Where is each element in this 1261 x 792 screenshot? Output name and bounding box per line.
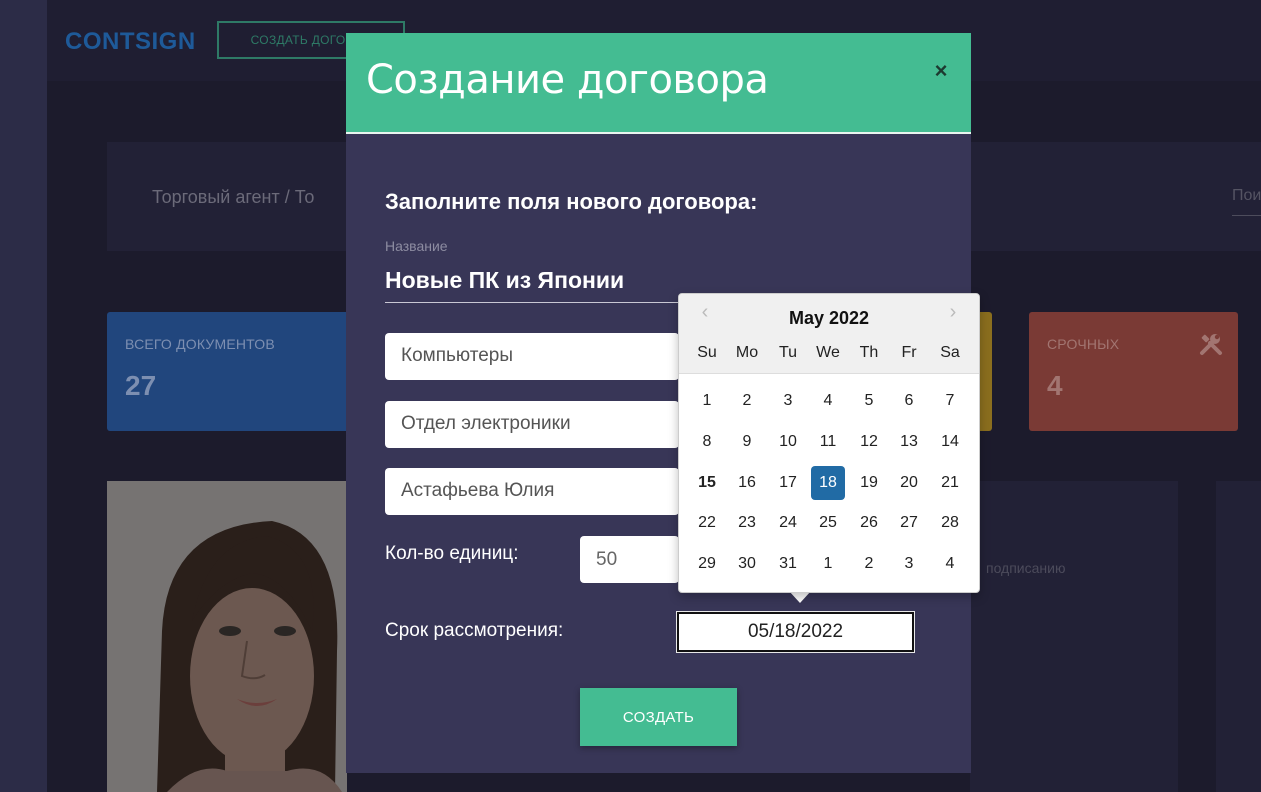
datepicker-day[interactable]: 22: [690, 506, 724, 540]
datepicker-month: May 2022: [788, 308, 870, 328]
weekday-header: Sa: [940, 344, 960, 361]
datepicker-day[interactable]: 29: [690, 547, 724, 581]
quantity-label: Кол-во единиц:: [385, 543, 519, 564]
tools-icon: [1200, 334, 1222, 355]
datepicker-day[interactable]: 20: [892, 466, 926, 500]
datepicker-day[interactable]: 4: [933, 547, 967, 581]
stat-card-urgent[interactable]: СРОЧНЫХ 4: [1029, 312, 1238, 431]
weekday-header: Th: [859, 344, 879, 361]
left-sidebar: [0, 0, 47, 792]
portrait-image: [107, 481, 347, 792]
responsible-select[interactable]: Астафьева Юлия: [385, 468, 679, 515]
datepicker-day[interactable]: 11: [811, 425, 845, 459]
department-select[interactable]: Отдел электроники: [385, 401, 679, 448]
form-heading: Заполните поля нового договора:: [385, 189, 758, 214]
datepicker-day[interactable]: 3: [892, 547, 926, 581]
profile-photo: [107, 481, 347, 792]
datepicker-day[interactable]: 23: [730, 506, 764, 540]
weekday-header: Tu: [778, 344, 798, 361]
signing-label: подписанию: [986, 560, 1066, 576]
weekday-header: We: [816, 344, 840, 361]
datepicker-day[interactable]: 4: [811, 384, 845, 418]
stat-label: ВСЕГО ДОКУМЕНТОВ: [125, 336, 275, 352]
breadcrumb: Торговый агент / То: [152, 187, 315, 207]
datepicker-day[interactable]: 1: [811, 547, 845, 581]
info-panel: [970, 481, 1178, 792]
stat-card-total[interactable]: ВСЕГО ДОКУМЕНТОВ 27: [107, 312, 367, 431]
stat-label: СРОЧНЫХ: [1047, 336, 1120, 352]
datepicker-day[interactable]: 1: [690, 384, 724, 418]
datepicker-day[interactable]: 2: [730, 384, 764, 418]
quantity-input[interactable]: [580, 536, 679, 583]
weekday-header: Mo: [735, 344, 759, 361]
datepicker-day[interactable]: 24: [771, 506, 805, 540]
datepicker-day[interactable]: 15: [690, 466, 724, 500]
datepicker-day[interactable]: 2: [852, 547, 886, 581]
datepicker-day[interactable]: 7: [933, 384, 967, 418]
modal-header: Создание договора ×: [346, 33, 971, 134]
weekday-header: Fr: [901, 344, 917, 361]
datepicker-day[interactable]: 21: [933, 466, 967, 500]
datepicker-day[interactable]: 27: [892, 506, 926, 540]
datepicker-day[interactable]: 13: [892, 425, 926, 459]
datepicker-day[interactable]: 12: [852, 425, 886, 459]
submit-button[interactable]: СОЗДАТЬ: [580, 688, 737, 746]
modal-title: Создание договора: [366, 57, 769, 103]
datepicker-day-selected[interactable]: 18: [811, 466, 845, 500]
datepicker: ‹ May 2022 › Su Mo Tu We Th Fr Sa 1 2 3 4 5 6 7 8 9 10 1…: [678, 293, 980, 593]
datepicker-day[interactable]: 3: [771, 384, 805, 418]
datepicker-day[interactable]: 6: [892, 384, 926, 418]
contract-name-input[interactable]: [385, 259, 679, 303]
datepicker-day[interactable]: 17: [771, 466, 805, 500]
datepicker-day[interactable]: 19: [852, 466, 886, 500]
datepicker-day[interactable]: 25: [811, 506, 845, 540]
datepicker-header: ‹ May 2022 › Su Mo Tu We Th Fr Sa: [679, 294, 979, 374]
deadline-date-input[interactable]: [676, 611, 915, 653]
datepicker-day[interactable]: 28: [933, 506, 967, 540]
close-icon[interactable]: ×: [929, 59, 953, 83]
datepicker-day[interactable]: 5: [852, 384, 886, 418]
deadline-label: Срок рассмотрения:: [385, 620, 564, 641]
datepicker-day[interactable]: 10: [771, 425, 805, 459]
datepicker-day[interactable]: 14: [933, 425, 967, 459]
search-input[interactable]: Пои: [1232, 184, 1261, 216]
stat-value: 4: [1047, 370, 1063, 401]
datepicker-day[interactable]: 30: [730, 547, 764, 581]
datepicker-day[interactable]: 9: [730, 425, 764, 459]
stat-value: 27: [125, 370, 157, 401]
next-month-icon[interactable]: ›: [943, 302, 963, 322]
datepicker-day[interactable]: 31: [771, 547, 805, 581]
category-select[interactable]: Компьютеры: [385, 333, 679, 380]
name-label: Название: [385, 238, 448, 254]
app-logo[interactable]: CONTSIGN: [65, 28, 196, 56]
datepicker-day[interactable]: 8: [690, 425, 724, 459]
info-panel: [1216, 481, 1261, 792]
datepicker-day[interactable]: 26: [852, 506, 886, 540]
weekday-header: Su: [697, 344, 717, 361]
datepicker-day[interactable]: 16: [730, 466, 764, 500]
